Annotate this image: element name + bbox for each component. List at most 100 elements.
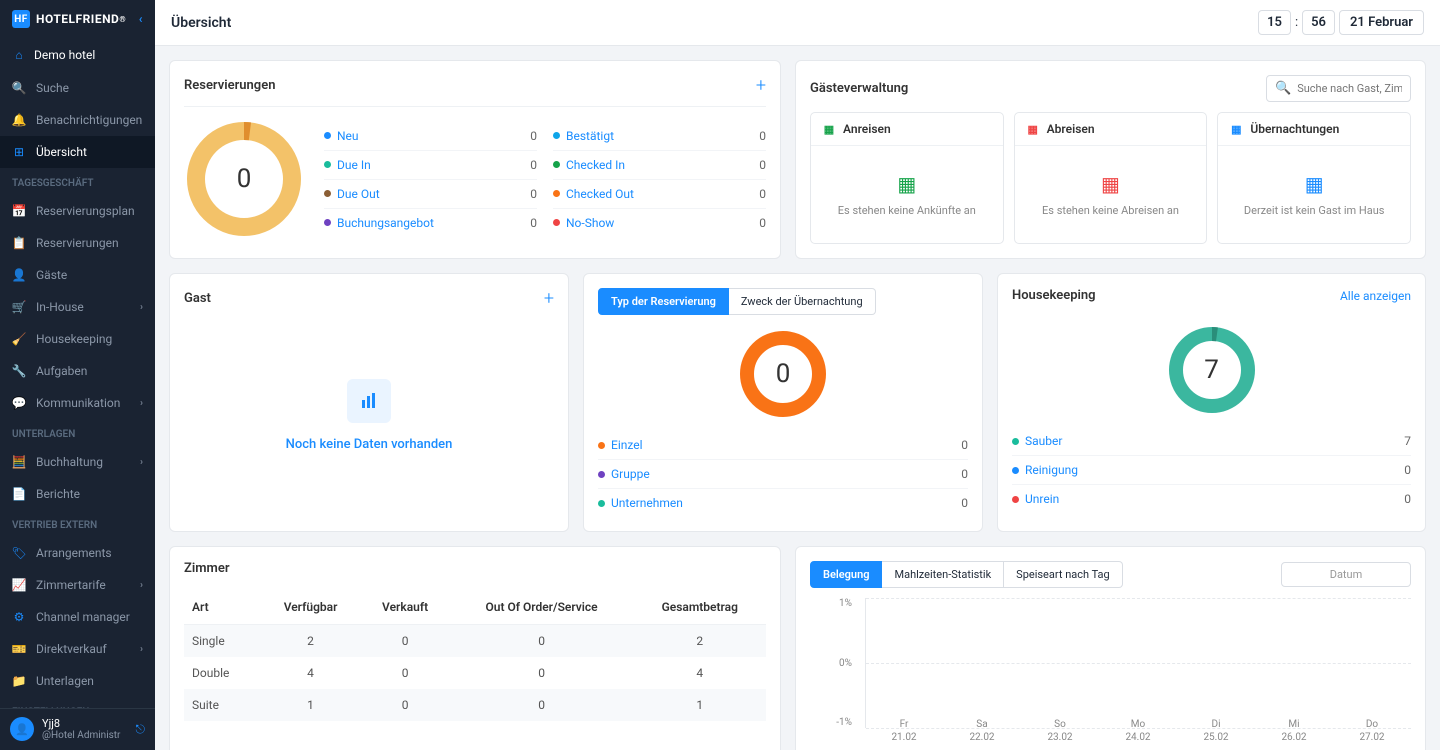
nav-icon: ⚙ [12, 610, 26, 624]
table-header: Verfügbar [261, 590, 361, 625]
nav-icon: 🔍 [12, 81, 26, 95]
nav-section-label: UNTERLAGEN [0, 419, 155, 446]
legend-item[interactable]: Due Out0 [324, 180, 537, 209]
sidebar-item-in-house[interactable]: 🛒In-House› [0, 291, 155, 323]
tab-zweck-der-übernachtung[interactable]: Zweck der Übernachtung [729, 288, 876, 315]
nav-icon: 🎫 [12, 642, 26, 656]
legend-item[interactable]: Unternehmen0 [598, 489, 968, 517]
sidebar-item-zimmertarife[interactable]: 📈Zimmertarife› [0, 569, 155, 601]
sidebar-item-channel-manager[interactable]: ⚙ Channel manager [0, 601, 155, 633]
user-footer[interactable]: 👤 Yjj8 @Hotel Administr ⎋ [0, 708, 155, 750]
legend-item[interactable]: Sauber7 [1012, 427, 1411, 456]
clock-date[interactable]: 21 Februar [1339, 10, 1424, 35]
gast-card: Gast + Noch keine Daten vorhanden [169, 273, 569, 532]
sidebar-item-suche[interactable]: 🔍Suche [0, 72, 155, 104]
clock-hour[interactable]: 15 [1258, 10, 1291, 35]
table-cell: 0 [450, 657, 634, 689]
hotel-select[interactable]: ⌂ Demo hotel [0, 38, 155, 72]
nav-icon: 🔔 [12, 113, 26, 127]
sidebar-item-housekeeping[interactable]: 🧹Housekeeping [0, 323, 155, 355]
nav-label: Channel manager [36, 610, 130, 624]
nav-label: Benachrichtigungen [36, 113, 142, 127]
dot-icon [1012, 438, 1019, 445]
avatar: 👤 [10, 717, 34, 741]
legend-label: Due Out [337, 187, 380, 201]
guest-search-input[interactable] [1297, 82, 1402, 95]
sidebar-item-arrangements[interactable]: 🏷Arrangements [0, 537, 155, 569]
legend-item[interactable]: No-Show0 [553, 209, 766, 237]
sidebar-item-übersicht[interactable]: ⊞Übersicht [0, 136, 155, 168]
collapse-icon[interactable]: ‹ [139, 12, 143, 26]
add-reservation-button[interactable]: + [756, 75, 766, 96]
tab-typ-der-reservierung[interactable]: Typ der Reservierung [598, 288, 729, 315]
nav-label: Gäste [36, 268, 67, 282]
table-cell: 0 [361, 689, 450, 721]
nav-label: Kommunikation [36, 396, 120, 410]
legend-label: Einzel [611, 438, 643, 452]
legend-label: No-Show [566, 216, 614, 230]
legend-item[interactable]: Checked Out0 [553, 180, 766, 209]
legend-item[interactable]: Einzel0 [598, 431, 968, 460]
logout-icon[interactable]: ⎋ [136, 722, 146, 737]
sidebar-item-aufgaben[interactable]: 🔧Aufgaben [0, 355, 155, 387]
guest-search[interactable]: 🔍 [1266, 75, 1411, 102]
guest-mgmt-col: ▦Abreisen ▦Es stehen keine Abreisen an [1014, 112, 1208, 244]
table-header: Art [184, 590, 261, 625]
tab-belegung[interactable]: Belegung [810, 561, 882, 588]
table-row: Suite1001 [184, 689, 766, 721]
table-cell: 1 [261, 689, 361, 721]
sidebar-item-buchhaltung[interactable]: 🧮Buchhaltung› [0, 446, 155, 478]
legend-item[interactable]: Neu0 [324, 122, 537, 151]
guest-mgmt-col: ▦Anreisen ▦Es stehen keine Ankünfte an [810, 112, 1004, 244]
dot-icon [598, 471, 605, 478]
y-tick: -1% [810, 717, 852, 728]
sidebar-item-gäste[interactable]: 👤Gäste [0, 259, 155, 291]
legend-item[interactable]: Gruppe0 [598, 460, 968, 489]
sidebar-item-reservierungsplan[interactable]: 📅Reservierungsplan [0, 195, 155, 227]
table-row: Double4004 [184, 657, 766, 689]
clock-min[interactable]: 56 [1302, 10, 1335, 35]
dot-icon [324, 190, 331, 197]
table-cell: 0 [361, 625, 450, 658]
nav-icon: 📋 [12, 236, 26, 250]
table-cell: Single [184, 625, 261, 658]
guest-mgmt-card: Gästeverwaltung 🔍 ▦Anreisen ▦Es stehen k… [795, 60, 1426, 259]
sidebar-item-reservierungen[interactable]: 📋Reservierungen [0, 227, 155, 259]
sidebar-item-kommunikation[interactable]: 💬Kommunikation› [0, 387, 155, 419]
res-type-tabs: Typ der ReservierungZweck der Übernachtu… [598, 288, 968, 315]
sidebar-item-benachrichtigungen[interactable]: 🔔 Benachrichtigungen [0, 104, 155, 136]
legend-item[interactable]: Buchungsangebot0 [324, 209, 537, 237]
add-gast-button[interactable]: + [544, 288, 554, 309]
sidebar-item-berichte[interactable]: 📄Berichte [0, 478, 155, 510]
tab-speiseart-nach-tag[interactable]: Speiseart nach Tag [1004, 561, 1123, 588]
x-tick: Fr21.02 [891, 718, 916, 748]
legend-item[interactable]: Unrein0 [1012, 485, 1411, 513]
gm-col-msg: Es stehen keine Ankünfte an [838, 204, 976, 217]
legend-value: 0 [530, 129, 537, 143]
x-tick: Mo24.02 [1125, 718, 1150, 748]
housekeeping-card: Housekeeping Alle anzeigen 7 Sauber7Rein… [997, 273, 1426, 532]
tab-mahlzeiten-statistik[interactable]: Mahlzeiten-Statistik [882, 561, 1004, 588]
legend-item[interactable]: Due In0 [324, 151, 537, 180]
legend-value: 0 [759, 129, 766, 143]
occupancy-tabs: BelegungMahlzeiten-StatistikSpeiseart na… [810, 561, 1123, 588]
legend-item[interactable]: Checked In0 [553, 151, 766, 180]
nav-icon: 🏷 [12, 546, 26, 560]
nav-label: In-House [36, 300, 84, 314]
legend-item[interactable]: Reinigung0 [1012, 456, 1411, 485]
sidebar-item-direktverkauf[interactable]: 🎫Direktverkauf› [0, 633, 155, 665]
dot-icon [553, 219, 560, 226]
logo[interactable]: HF HOTELFRIEND® ‹ [0, 0, 155, 38]
legend-item[interactable]: Bestätigt0 [553, 122, 766, 151]
y-tick: 0% [810, 658, 852, 669]
legend-label: Checked In [566, 158, 625, 172]
legend-label: Gruppe [611, 467, 650, 481]
gast-title: Gast [184, 291, 211, 306]
sidebar-item-unterlagen[interactable]: 📁Unterlagen [0, 665, 155, 697]
y-tick: 1% [810, 598, 852, 609]
occupancy-date-input[interactable]: Datum [1281, 562, 1411, 587]
legend-label: Buchungsangebot [337, 216, 434, 230]
legend-label: Due In [337, 158, 371, 172]
housekeeping-show-all[interactable]: Alle anzeigen [1340, 289, 1411, 303]
legend-value: 7 [1404, 434, 1411, 448]
